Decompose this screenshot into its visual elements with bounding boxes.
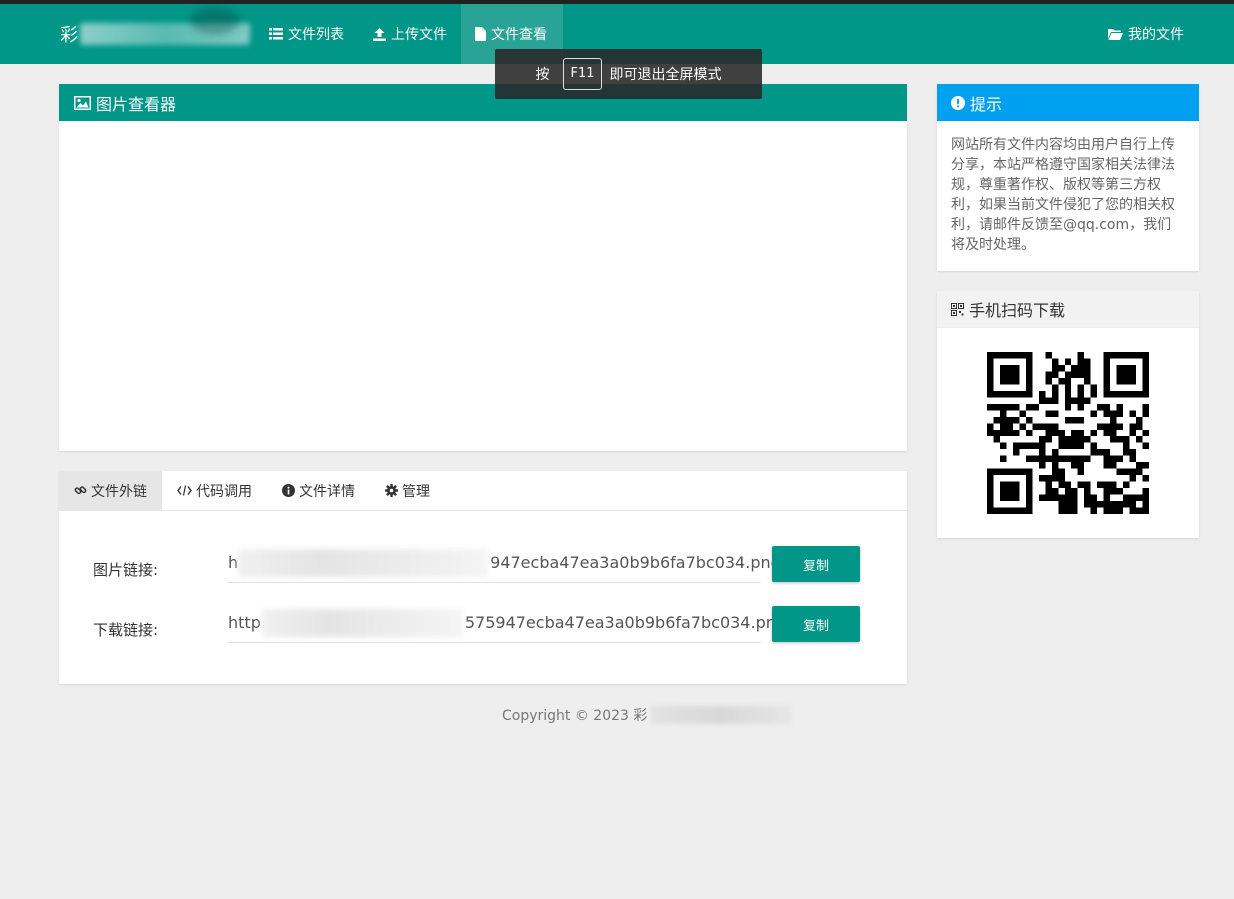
file-tabs-panel: 文件外链 代码调用 文件详情 管理 图片链接: h 947ecba47ea3a0b… xyxy=(59,471,907,684)
toast-key: F11 xyxy=(563,58,602,90)
nav-upload-label: 上传文件 xyxy=(391,27,447,43)
link-icon xyxy=(74,486,87,495)
footer: Copyright © 2023 彩 xyxy=(502,705,792,725)
list-icon xyxy=(269,28,283,40)
code-icon xyxy=(177,485,192,496)
download-link-start: http xyxy=(228,613,261,632)
tab-label: 文件详情 xyxy=(299,483,355,500)
download-link-label: 下载链接: xyxy=(93,621,159,639)
toast-suffix: 即可退出全屏模式 xyxy=(609,67,722,83)
image-link-label: 图片链接: xyxy=(93,561,159,579)
tab-file-details[interactable]: 文件详情 xyxy=(267,471,370,510)
upload-icon xyxy=(373,27,386,41)
nav-file-list-label: 文件列表 xyxy=(288,27,344,43)
image-link-start: h xyxy=(228,553,239,572)
nav-my-files-label: 我的文件 xyxy=(1128,27,1184,43)
redaction-blur xyxy=(238,549,488,577)
download-link-row: 下载链接: http 575947ecba47ea3a0b9b6fa7bc034.… xyxy=(59,605,907,645)
info-icon xyxy=(282,484,295,497)
footer-copyright: Copyright © 2023 彩 xyxy=(502,708,648,724)
nav-my-files[interactable]: 我的文件 xyxy=(1094,4,1198,64)
fullscreen-toast: 按 F11 即可退出全屏模式 xyxy=(495,49,762,99)
notice-text: 网站所有文件内容均由用户自行上传分享，本站严格遵守国家相关法律法规，尊重著作权、… xyxy=(951,137,1175,253)
qr-header: 手机扫码下载 xyxy=(937,291,1199,328)
gear-icon xyxy=(385,484,398,497)
notice-panel: 提示 网站所有文件内容均由用户自行上传分享，本站严格遵守国家相关法律法规，尊重著… xyxy=(937,84,1199,271)
site-name-redacted xyxy=(651,706,792,724)
redaction-blur xyxy=(262,609,462,637)
download-qr-code xyxy=(987,352,1149,514)
redaction-blob xyxy=(190,8,240,34)
tab-manage[interactable]: 管理 xyxy=(370,471,445,510)
nav-file-view-label: 文件查看 xyxy=(491,27,547,43)
image-link-field[interactable]: h 947ecba47ea3a0b9b6fa7bc034.png xyxy=(228,545,781,583)
toast-prefix: 按 xyxy=(535,67,550,83)
tab-file-links[interactable]: 文件外链 xyxy=(59,471,162,510)
site-name-initial: 彩 xyxy=(60,25,78,46)
image-viewer-title: 图片查看器 xyxy=(96,94,177,114)
qr-title: 手机扫码下载 xyxy=(969,301,1066,320)
tab-label: 文件外链 xyxy=(91,483,147,500)
image-viewer-panel: 图片查看器 xyxy=(59,84,907,451)
nav-upload[interactable]: 上传文件 xyxy=(359,4,461,64)
exclamation-circle-icon xyxy=(951,95,965,110)
download-link-end: 575947ecba47ea3a0b9b6fa7bc034.png xyxy=(464,613,787,632)
site-logo[interactable]: 彩 xyxy=(60,8,250,46)
tab-label: 管理 xyxy=(402,483,430,500)
image-display-area[interactable] xyxy=(59,121,907,451)
folder-open-icon xyxy=(1108,29,1123,40)
tab-code-embed[interactable]: 代码调用 xyxy=(162,471,267,510)
qrcode-icon xyxy=(951,302,964,316)
notice-title: 提示 xyxy=(970,94,1003,114)
notice-header: 提示 xyxy=(937,84,1199,121)
image-icon xyxy=(74,95,91,110)
image-viewer-header: 图片查看器 xyxy=(59,84,907,121)
file-icon xyxy=(475,27,486,41)
copy-download-link-button[interactable]: 复制 xyxy=(772,606,860,642)
image-link-row: 图片链接: h 947ecba47ea3a0b9b6fa7bc034.png 复制 xyxy=(59,545,907,585)
qr-panel: 手机扫码下载 xyxy=(937,291,1199,538)
copy-image-link-button[interactable]: 复制 xyxy=(772,546,860,582)
tab-bar: 文件外链 代码调用 文件详情 管理 xyxy=(59,471,907,511)
download-link-field[interactable]: http 575947ecba47ea3a0b9b6fa7bc034.png xyxy=(228,605,786,643)
nav-file-list[interactable]: 文件列表 xyxy=(255,4,358,64)
tab-label: 代码调用 xyxy=(196,483,252,500)
image-link-end: 947ecba47ea3a0b9b6fa7bc034.png xyxy=(490,553,781,572)
